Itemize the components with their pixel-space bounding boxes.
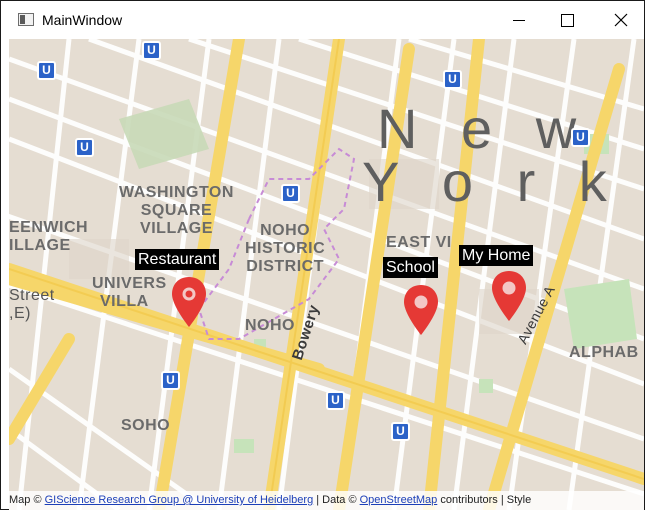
label-soho: SOHO (121, 417, 171, 434)
metro-station-icon: U (443, 70, 462, 89)
metro-station-icon: U (571, 128, 590, 147)
label-noho: NOHO (245, 317, 295, 334)
maximize-button[interactable] (544, 1, 590, 39)
minimize-button[interactable] (496, 1, 542, 39)
title-bar[interactable]: MainWindow (1, 1, 644, 39)
metro-station-icon: U (281, 184, 300, 203)
metro-station-icon: U (326, 391, 345, 410)
label-washington-square-village: WASHINGTON SQUARE VILLAGE (119, 184, 234, 237)
window-title: MainWindow (42, 12, 123, 28)
attribution-osm-link[interactable]: OpenStreetMap (360, 494, 438, 506)
metro-station-icon: U (391, 422, 410, 441)
attribution-provider-link[interactable]: GIScience Research Group @ University of… (45, 494, 314, 506)
map-view[interactable]: N e w Y o r k WASHINGTON SQUARE VILLAGE … (9, 39, 644, 510)
label-street: Street ,E) (9, 287, 55, 322)
window-app-icon (18, 13, 34, 26)
metro-station-icon: U (161, 371, 180, 390)
map-attribution: Map © GIScience Research Group @ Univers… (9, 491, 644, 510)
close-button[interactable] (598, 1, 644, 39)
marker-label-restaurant[interactable]: Restaurant (135, 249, 220, 270)
label-university-village: UNIVERS VILLA (92, 275, 167, 310)
label-noho-historic-district: NOHO HISTORIC DISTRICT (245, 222, 326, 275)
marker-label-my-home[interactable]: My Home (459, 245, 534, 266)
label-greenwich-village: EENWICH ILLAGE (9, 219, 89, 254)
school-marker-icon[interactable] (403, 283, 439, 337)
metro-station-icon: U (75, 138, 94, 157)
label-alphabet-city: ALPHAB (569, 344, 639, 361)
my-home-marker-icon[interactable] (491, 269, 527, 323)
main-window: MainWindow N e w Y o r k WASHINGTON SQUA… (0, 0, 645, 510)
attribution-middle: | Data © (313, 494, 360, 506)
close-icon (614, 13, 628, 27)
attribution-suffix: contributors | Style (437, 494, 532, 506)
attribution-prefix: Map © (9, 494, 45, 506)
marker-label-school[interactable]: School (383, 257, 438, 278)
metro-station-icon: U (142, 41, 161, 60)
restaurant-marker-icon[interactable] (171, 275, 207, 329)
metro-station-icon: U (37, 61, 56, 80)
city-label-york: Y o r k (362, 150, 621, 213)
label-east-village: EAST VI (386, 234, 452, 251)
